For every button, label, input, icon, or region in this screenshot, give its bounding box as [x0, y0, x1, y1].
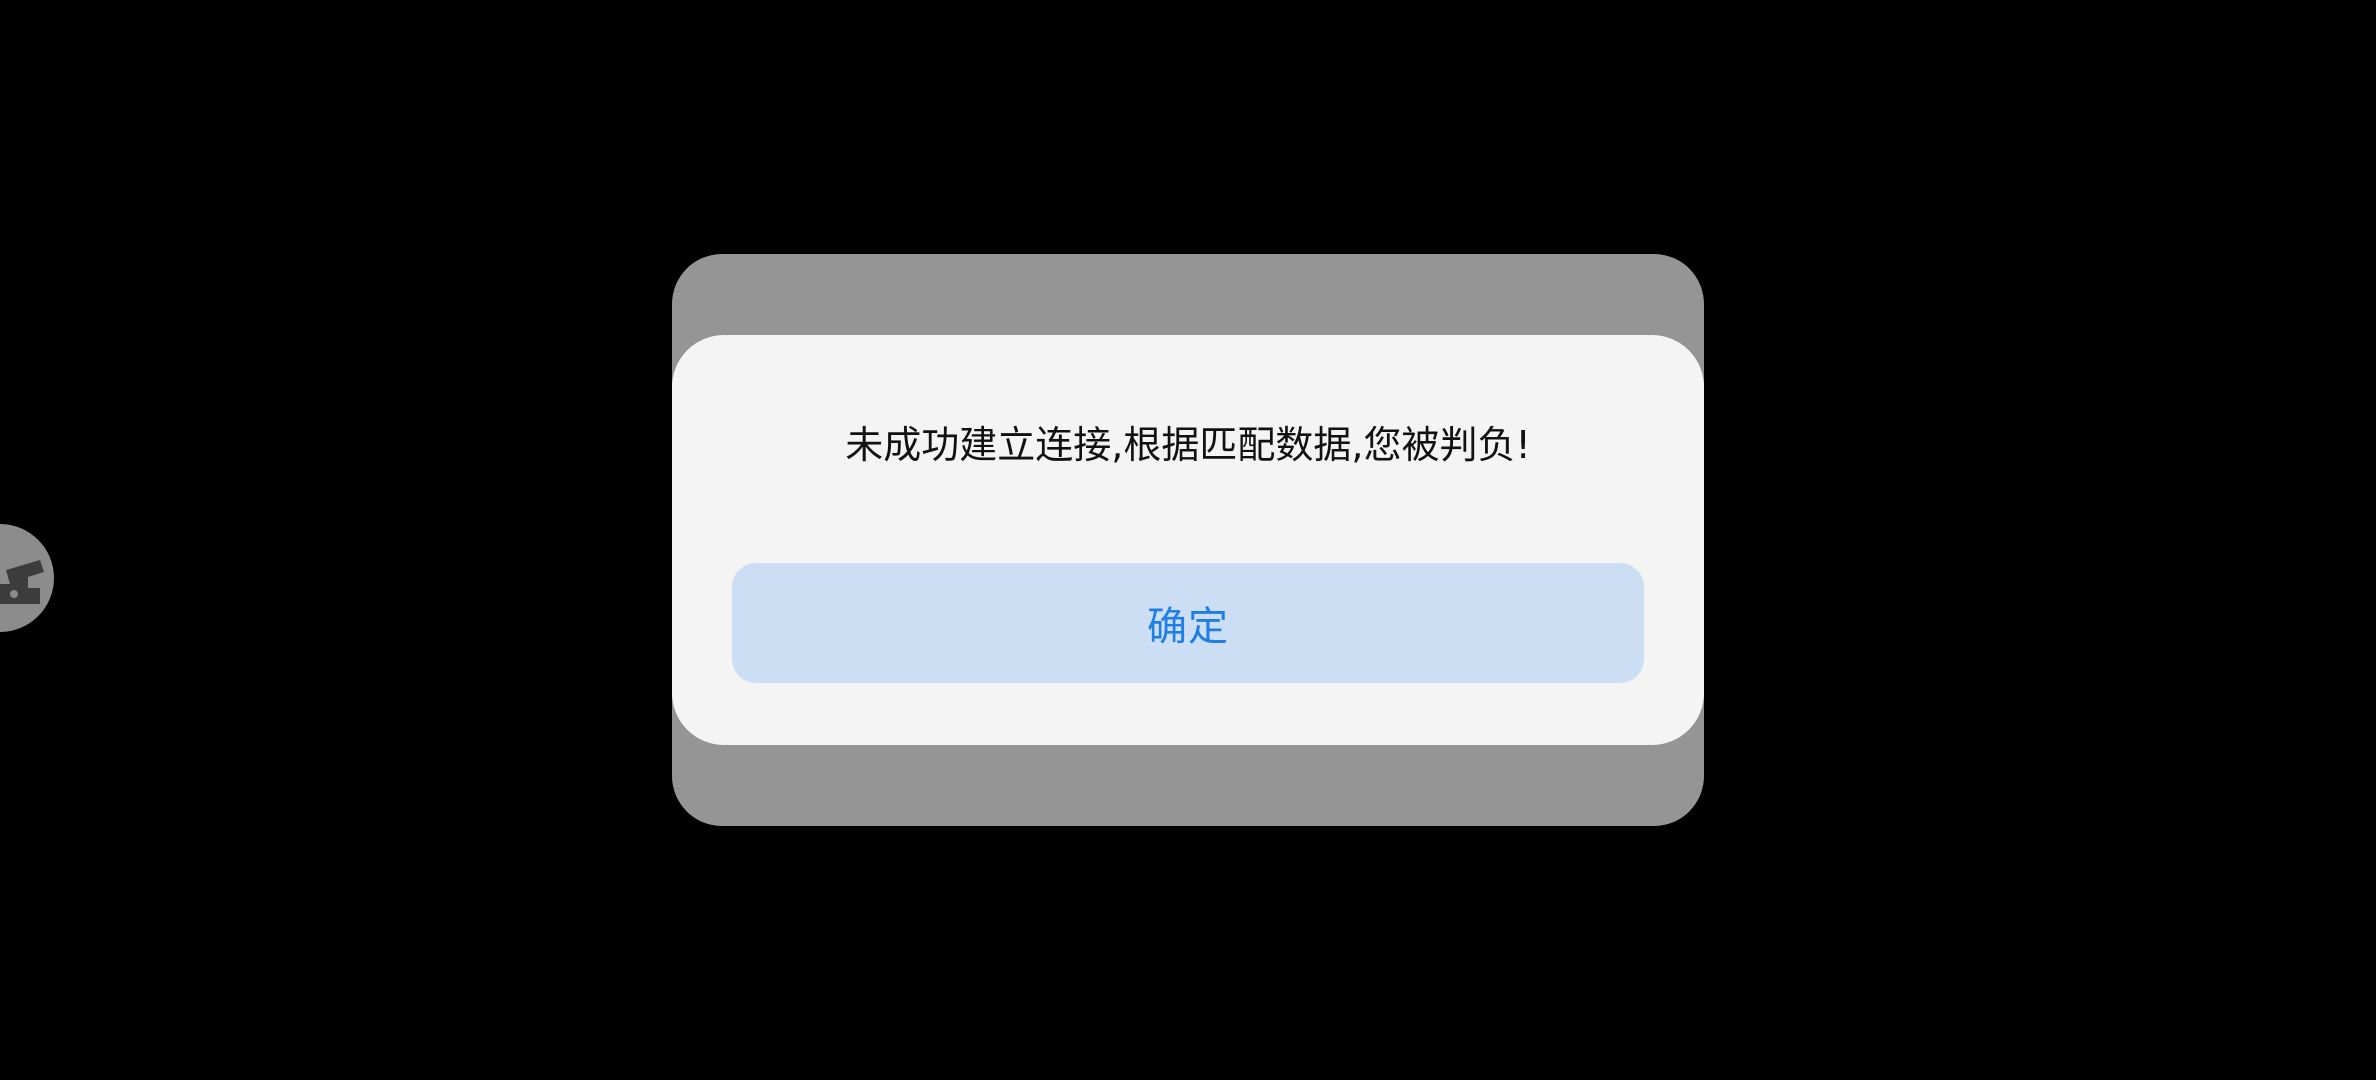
dialog-message: 未成功建立连接,根据匹配数据,您被判负! [845, 423, 1531, 467]
gamepad-icon [0, 560, 44, 604]
screen: 未成功建立连接,根据匹配数据,您被判负! 确定 [0, 0, 2376, 1080]
result-dialog: 未成功建立连接,根据匹配数据,您被判负! 确定 [672, 335, 1704, 745]
confirm-button[interactable]: 确定 [732, 563, 1644, 683]
floating-assistant-widget[interactable] [0, 524, 54, 632]
confirm-button-label: 确定 [1147, 604, 1229, 650]
